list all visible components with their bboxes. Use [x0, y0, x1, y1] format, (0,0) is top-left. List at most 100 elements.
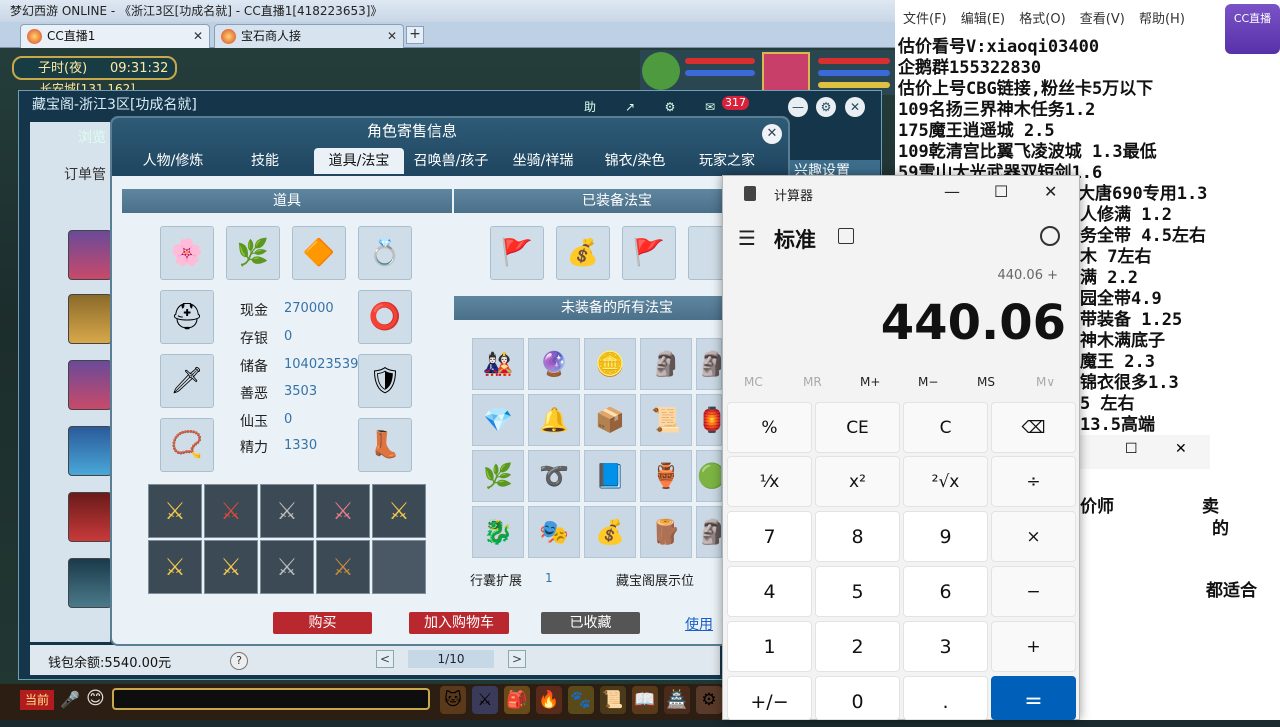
quest-icon[interactable]: 📖: [632, 686, 658, 714]
digit-9-key[interactable]: 9: [903, 511, 988, 562]
treasure-cell[interactable]: 📘: [584, 450, 636, 502]
role-portrait[interactable]: [68, 492, 112, 542]
current-channel-button[interactable]: 当前: [20, 690, 54, 710]
player-avatar[interactable]: [762, 52, 810, 92]
armor-slot[interactable]: 🛡: [358, 354, 412, 408]
treasure-cell[interactable]: 🟢: [696, 450, 722, 502]
usage-link[interactable]: 使用: [685, 614, 713, 634]
digit-7-key[interactable]: 7: [727, 511, 812, 562]
tab-character[interactable]: 人物/修炼: [130, 148, 216, 174]
help-button[interactable]: ?: [230, 652, 248, 670]
digit-0-key[interactable]: 0: [815, 676, 900, 720]
clear-entry-key[interactable]: CE: [815, 402, 900, 453]
treasure-cell[interactable]: 🏮: [696, 394, 722, 446]
add-key[interactable]: +: [991, 621, 1076, 672]
equals-key[interactable]: =: [991, 676, 1076, 720]
digit-3-key[interactable]: 3: [903, 621, 988, 672]
role-portrait[interactable]: [68, 426, 112, 476]
treasure-cell[interactable]: 🔮: [528, 338, 580, 390]
subtract-key[interactable]: −: [991, 566, 1076, 617]
inventory-icon[interactable]: 🎒: [504, 686, 530, 714]
treasure-cell[interactable]: 🗿: [640, 338, 692, 390]
new-tab-button[interactable]: +: [406, 26, 424, 44]
keep-on-top-icon[interactable]: [838, 228, 854, 244]
tab-skills[interactable]: 技能: [222, 148, 308, 174]
close-tab-icon[interactable]: ✕: [387, 25, 397, 47]
maximize-icon[interactable]: ☐: [994, 182, 1008, 201]
weapon-item[interactable]: ⚔: [260, 540, 314, 594]
treasure-cell[interactable]: 🐉: [472, 506, 524, 558]
help-icon[interactable]: 助: [580, 97, 600, 117]
pet-avatar[interactable]: [642, 52, 680, 90]
system-icon[interactable]: ⚙: [696, 686, 722, 714]
reciprocal-key[interactable]: ¹⁄x: [727, 456, 812, 507]
tab-items[interactable]: 道具/法宝: [314, 148, 404, 174]
memory-list-button[interactable]: M∨: [1036, 375, 1055, 389]
browser-tab-cc[interactable]: CC直播1 ✕: [20, 24, 210, 48]
maximize-icon[interactable]: ☐: [1125, 441, 1138, 457]
add-to-cart-button[interactable]: 加入购物车: [409, 612, 509, 634]
square-key[interactable]: x²: [815, 456, 900, 507]
weapon-item[interactable]: ⚔: [204, 540, 258, 594]
digit-4-key[interactable]: 4: [727, 566, 812, 617]
multiply-key[interactable]: ×: [991, 511, 1076, 562]
close-icon[interactable]: ✕: [1044, 182, 1057, 201]
digit-1-key[interactable]: 1: [727, 621, 812, 672]
microphone-icon[interactable]: 🎤: [60, 690, 80, 709]
tab-mounts[interactable]: 坐骑/祥瑞: [500, 148, 586, 174]
menu-view[interactable]: 查看(V): [1080, 12, 1125, 27]
boots-slot[interactable]: 👢: [358, 418, 412, 472]
team-icon[interactable]: 🔥: [536, 686, 562, 714]
backspace-key[interactable]: ⌫: [991, 402, 1076, 453]
treasure-cell[interactable]: ➰: [528, 450, 580, 502]
menu-file[interactable]: 文件(F): [903, 12, 947, 27]
weapon-slot[interactable]: 🗡: [160, 354, 214, 408]
memory-recall-button[interactable]: MR: [803, 375, 822, 389]
weapon-item[interactable]: ⚔: [316, 484, 370, 538]
clear-key[interactable]: C: [903, 402, 988, 453]
item-slot[interactable]: 🔶: [292, 226, 346, 280]
close-icon[interactable]: ✕: [845, 97, 865, 117]
ring-slot[interactable]: ⭕: [358, 290, 412, 344]
dialog-close-icon[interactable]: ✕: [762, 124, 782, 144]
treasure-slot[interactable]: 🚩: [490, 226, 544, 280]
buy-button[interactable]: 购买: [273, 612, 372, 634]
treasure-slot[interactable]: 💰: [556, 226, 610, 280]
digit-5-key[interactable]: 5: [815, 566, 900, 617]
role-portrait[interactable]: [68, 558, 112, 608]
item-slot[interactable]: 💍: [358, 226, 412, 280]
divide-key[interactable]: ÷: [991, 456, 1076, 507]
tab-costumes[interactable]: 锦衣/染色: [592, 148, 678, 174]
browser-tab-gem-merchant[interactable]: 宝石商人接 ✕: [214, 24, 404, 48]
decimal-key[interactable]: .: [903, 676, 988, 720]
treasure-cell[interactable]: 🔔: [528, 394, 580, 446]
hamburger-menu-icon[interactable]: ☰: [738, 226, 756, 250]
menu-edit[interactable]: 编辑(E): [961, 12, 1005, 27]
weapon-item[interactable]: ⚔: [148, 484, 202, 538]
weapon-item[interactable]: ⚔: [260, 484, 314, 538]
weapon-item[interactable]: ⚔: [148, 540, 202, 594]
role-portrait[interactable]: [68, 360, 112, 410]
helmet-slot[interactable]: ⛑: [160, 290, 214, 344]
treasure-cell[interactable]: 🌿: [472, 450, 524, 502]
treasure-cell[interactable]: 🏺: [640, 450, 692, 502]
emote-icon[interactable]: 😊: [86, 688, 105, 709]
digit-6-key[interactable]: 6: [903, 566, 988, 617]
attack-icon[interactable]: ⚔: [472, 686, 498, 714]
treasure-cell[interactable]: 🪙: [584, 338, 636, 390]
favorited-button[interactable]: 已收藏: [541, 612, 640, 634]
memory-subtract-button[interactable]: M−: [918, 375, 938, 389]
settings-gear-icon[interactable]: ⚙: [816, 97, 836, 117]
treasure-cell[interactable]: 🗿: [696, 506, 722, 558]
weapon-item[interactable]: [372, 540, 426, 594]
digit-8-key[interactable]: 8: [815, 511, 900, 562]
treasure-cell[interactable]: 🎭: [528, 506, 580, 558]
message-icon[interactable]: ✉: [700, 97, 720, 117]
skill-icon[interactable]: 📜: [600, 686, 626, 714]
memory-store-button[interactable]: MS: [977, 375, 995, 389]
role-portrait[interactable]: [68, 294, 112, 344]
percent-key[interactable]: %: [727, 402, 812, 453]
weapon-item[interactable]: ⚔: [316, 540, 370, 594]
prev-page-button[interactable]: <: [376, 650, 394, 668]
chat-input[interactable]: [112, 688, 430, 710]
